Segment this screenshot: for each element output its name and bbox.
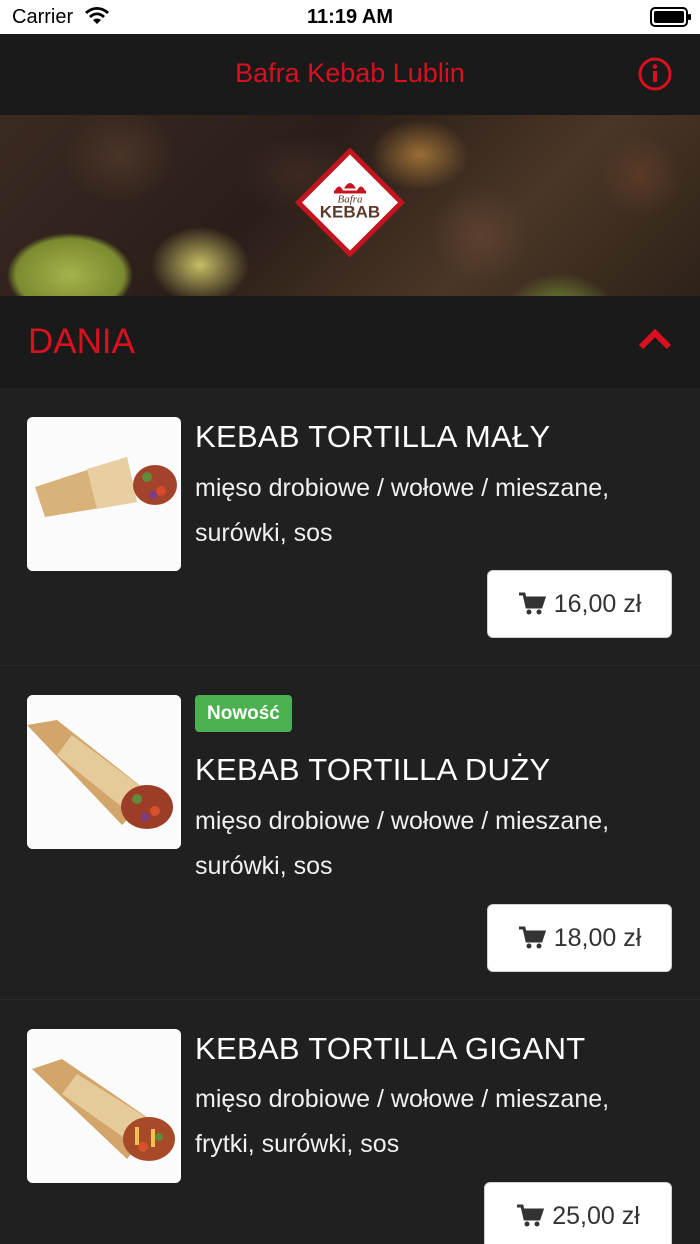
status-bar: Carrier 11:19 AM (0, 0, 700, 34)
cart-icon (518, 926, 546, 949)
app-title: Bafra Kebab Lublin (235, 58, 465, 88)
item-name: KEBAB TORTILLA GIGANT (195, 1031, 586, 1066)
add-to-cart-button[interactable]: 18,00 zł (487, 904, 672, 972)
item-name: KEBAB TORTILLA MAŁY (195, 419, 551, 454)
item-price: 18,00 zł (553, 923, 642, 952)
chevron-up-icon[interactable] (638, 328, 672, 355)
logo-text-bottom: KEBAB (320, 203, 380, 222)
info-icon (638, 57, 672, 91)
menu-item[interactable]: KEBAB TORTILLA GIGANT mięso drobiowe / w… (0, 1000, 700, 1244)
section-header-dania[interactable]: DANIA (0, 296, 700, 388)
item-name: KEBAB TORTILLA DUŻY (195, 752, 551, 787)
item-description: mięso drobiowe / wołowe / mieszane, fryt… (195, 1085, 610, 1158)
menu-item[interactable]: KEBAB TORTILLA MAŁY mięso drobiowe / woł… (0, 388, 700, 666)
cart-icon (517, 1204, 545, 1227)
item-image (27, 695, 181, 849)
item-image (27, 1029, 181, 1183)
new-badge: Nowość (195, 695, 292, 732)
add-to-cart-button[interactable]: 25,00 zł (484, 1182, 672, 1244)
item-description: mięso drobiowe / wołowe / mieszane, suró… (195, 474, 610, 547)
item-description: mięso drobiowe / wołowe / mieszane, suró… (195, 807, 610, 880)
item-image (27, 417, 181, 571)
bafra-kebab-logo: Bafra KEBAB (292, 145, 408, 266)
info-button[interactable] (638, 57, 672, 91)
section-title: DANIA (28, 322, 135, 361)
hero-banner: Bafra KEBAB (0, 115, 700, 296)
item-price: 25,00 zł (552, 1201, 640, 1230)
cart-icon (518, 592, 546, 615)
battery-icon (650, 7, 692, 32)
item-price: 16,00 zł (553, 589, 642, 618)
menu-item[interactable]: Nowość KEBAB TORTILLA DUŻY mięso drobiow… (0, 666, 700, 1000)
status-time: 11:19 AM (307, 6, 393, 28)
add-to-cart-button[interactable]: 16,00 zł (487, 570, 672, 638)
nav-bar: Bafra Kebab Lublin (0, 34, 700, 115)
